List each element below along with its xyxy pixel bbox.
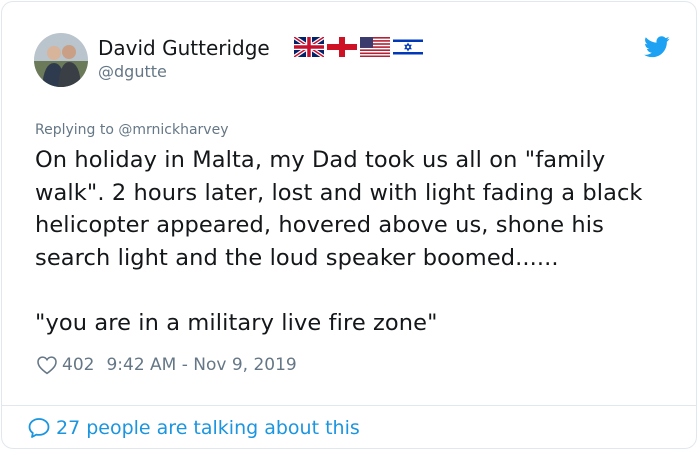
heart-icon[interactable]	[36, 354, 58, 376]
tweet-meta: 402 9:42 AM - Nov 9, 2019	[36, 354, 297, 376]
replying-to-text[interactable]: Replying to @mrnickharvey	[35, 122, 228, 138]
avatar[interactable]	[34, 33, 88, 87]
usa-flag-icon	[360, 37, 390, 57]
conversation-link[interactable]: 27 people are talking about this	[27, 416, 360, 440]
timestamp[interactable]: 9:42 AM - Nov 9, 2019	[106, 355, 296, 375]
speech-bubble-icon	[28, 418, 50, 438]
israel-flag-icon	[393, 37, 423, 57]
flag-emojis	[294, 37, 423, 57]
tweet-text: On holiday in Malta, my Dad took us all …	[35, 147, 643, 336]
divider	[2, 405, 696, 406]
display-name[interactable]: David Gutteridge	[98, 36, 270, 60]
like-count[interactable]: 402	[62, 355, 94, 375]
england-flag-icon	[327, 37, 357, 57]
user-handle[interactable]: @dgutte	[98, 62, 167, 81]
uk-flag-icon	[294, 37, 324, 57]
tweet-card: David Gutteridge @dgutte Replying to @mr…	[1, 1, 697, 449]
talking-about-text: 27 people are talking about this	[56, 417, 360, 439]
avatar-photo	[34, 33, 88, 87]
twitter-bird-icon[interactable]	[644, 36, 670, 58]
